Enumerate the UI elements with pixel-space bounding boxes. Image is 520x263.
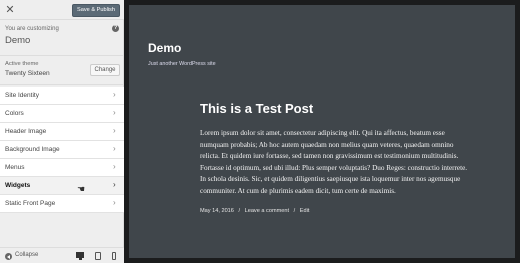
site-name: Demo [5,35,31,46]
meta-separator: / [238,208,241,214]
chevron-right-icon: › [113,180,116,189]
chevron-right-icon: › [113,90,116,99]
active-theme-label: Active theme [5,61,39,67]
collapse-button[interactable]: Collapse [15,252,38,258]
blog-tagline: Just another WordPress site [148,61,216,67]
section-label: Site Identity [5,92,39,99]
blog-title[interactable]: Demo [148,41,181,55]
section-label: Menus [5,164,25,171]
preview-canvas: Demo Just another WordPress site This is… [129,5,515,258]
chevron-right-icon: › [113,198,116,207]
change-theme-button[interactable]: Change [90,64,120,76]
customizing-label: You are customizing [5,26,59,32]
post-title[interactable]: This is a Test Post [200,100,470,118]
leave-comment-link[interactable]: Leave a comment [245,208,289,214]
mobile-preview-icon[interactable] [110,252,118,260]
site-preview: Demo Just another WordPress site This is… [124,0,520,263]
customizer-header: ✕ Save & Publish [0,0,124,20]
section-list: Site Identity › Colors › Header Image › Backgr… [0,87,124,213]
meta-separator: / [293,208,296,214]
save-publish-button[interactable]: Save & Publish [72,4,120,17]
post-body: Lorem ipsum dolor sit amet, consectetur … [200,129,468,195]
section-background-image[interactable]: Background Image › [0,141,124,159]
customizer-footer: Collapse [0,247,124,263]
chevron-right-icon: › [113,126,116,135]
section-label: Colors [5,110,24,117]
section-header-image[interactable]: Header Image › [0,123,124,141]
section-widgets[interactable]: Widgets › [0,177,124,195]
chevron-right-icon: › [113,162,116,171]
post-meta: May 14, 2016 / Leave a comment / Edit [200,208,470,214]
section-colors[interactable]: Colors › [0,105,124,123]
customizer-sidebar: ✕ Save & Publish You are customizing Dem… [0,0,124,263]
edit-link[interactable]: Edit [300,208,310,214]
section-label: Widgets [5,182,31,189]
customizer-info: You are customizing Demo ? [0,20,124,56]
chevron-right-icon: › [113,108,116,117]
close-icon[interactable]: ✕ [4,3,16,17]
post: This is a Test Post Lorem ipsum dolor si… [200,100,470,214]
theme-name: Twenty Sixteen [5,70,50,77]
section-label: Static Front Page [5,200,56,207]
section-label: Header Image [5,128,47,135]
section-menus[interactable]: Menus › [0,159,124,177]
tablet-preview-icon[interactable] [94,252,102,260]
desktop-preview-icon[interactable] [76,252,84,260]
section-label: Background Image [5,146,60,153]
post-date[interactable]: May 14, 2016 [200,208,234,214]
help-icon[interactable]: ? [112,25,119,32]
collapse-icon[interactable] [5,253,12,260]
active-theme-panel: Active theme Twenty Sixteen Change [0,56,124,85]
section-static-front-page[interactable]: Static Front Page › [0,195,124,213]
chevron-right-icon: › [113,144,116,153]
section-site-identity[interactable]: Site Identity › [0,87,124,105]
